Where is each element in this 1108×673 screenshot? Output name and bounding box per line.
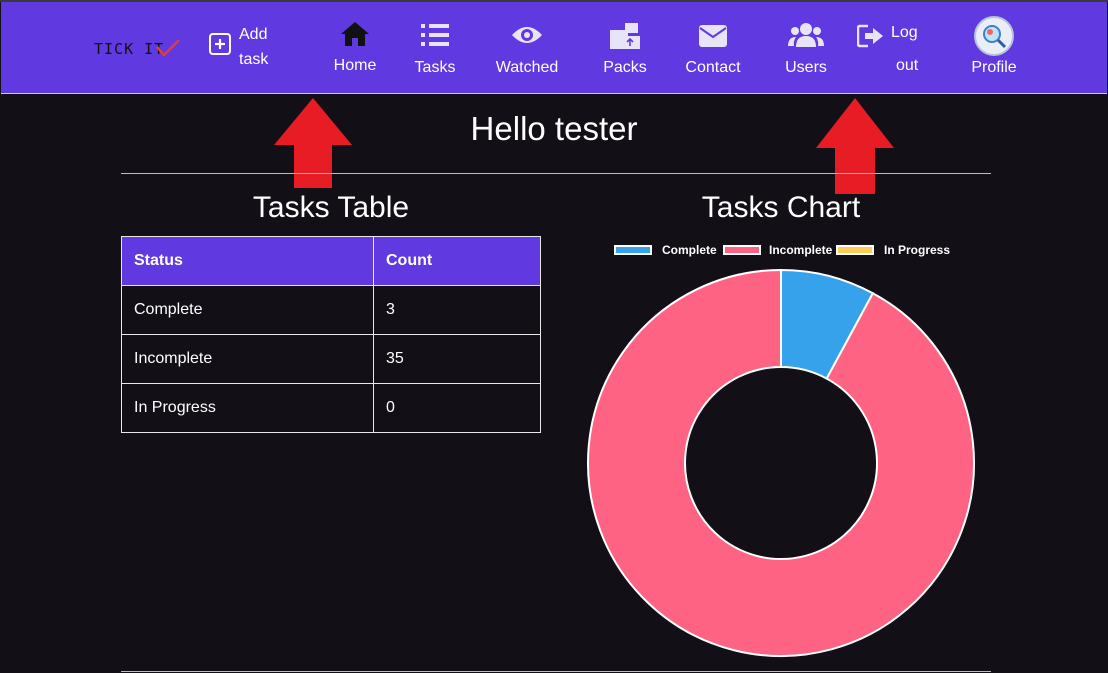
nav-users-label: Users (785, 59, 827, 76)
add-task-label-line1: Add (239, 26, 268, 43)
nav-tasks[interactable]: Tasks (409, 22, 461, 77)
navbar: TICK IT Add task Home Tasks Watched Pack… (1, 2, 1107, 94)
envelope-icon (699, 25, 727, 47)
table-header-row: Status Count (121, 236, 541, 286)
nav-watched[interactable]: Watched (489, 22, 565, 77)
table-row: Incomplete 35 (121, 334, 541, 384)
logout-label-line1: Log (891, 24, 918, 41)
tasks-table: Status Count Complete 3 Incomplete 35 In… (121, 236, 541, 433)
plus-square-icon (209, 33, 231, 55)
logout-icon (857, 24, 883, 48)
tasks-table-title: Tasks Table (252, 191, 410, 224)
column-header-status: Status (121, 236, 374, 286)
nav-users[interactable]: Users (779, 22, 833, 77)
nav-packs[interactable]: Packs (597, 22, 653, 77)
donut-slice-incomplete[interactable] (587, 268, 975, 657)
nav-profile[interactable]: Profile (963, 16, 1025, 77)
nav-contact-label: Contact (685, 59, 741, 76)
brand-logo[interactable]: TICK IT (94, 40, 164, 58)
status-cell: Complete (121, 285, 374, 335)
legend-label-complete: Complete (662, 243, 717, 257)
legend-swatch-in-progress (836, 245, 874, 255)
eye-icon (512, 27, 542, 43)
profile-avatar-icon (974, 16, 1014, 56)
nav-tasks-label: Tasks (414, 59, 456, 76)
count-cell: 3 (373, 285, 541, 335)
count-cell: 0 (373, 383, 541, 433)
tasks-donut-chart (587, 268, 975, 657)
legend-label-incomplete: Incomplete (769, 243, 833, 257)
nav-profile-label: Profile (971, 59, 1017, 76)
boxes-icon (610, 23, 640, 49)
divider-top (121, 173, 991, 174)
home-icon (341, 22, 369, 46)
count-cell: 35 (373, 334, 541, 384)
column-header-count: Count (373, 236, 541, 286)
divider-bottom (121, 671, 991, 672)
table-row: In Progress 0 (121, 383, 541, 433)
add-task-label-line2: task (239, 51, 269, 68)
page-greeting: Hello tester (470, 110, 638, 147)
checkmark-icon (156, 39, 180, 57)
list-icon (421, 24, 449, 46)
table-row: Complete 3 (121, 285, 541, 335)
logout-label-line2: out (896, 57, 919, 74)
nav-home-label: Home (333, 57, 377, 74)
nav-logout[interactable]: Log out (857, 24, 927, 84)
legend-swatch-incomplete (723, 245, 761, 255)
legend-label-in-progress: In Progress (884, 243, 951, 257)
status-cell: In Progress (121, 383, 374, 433)
legend-swatch-complete (614, 245, 652, 255)
nav-home[interactable]: Home (327, 20, 383, 75)
nav-contact[interactable]: Contact (681, 24, 745, 77)
status-cell: Incomplete (121, 334, 374, 384)
nav-watched-label: Watched (495, 59, 559, 76)
users-icon (788, 23, 824, 47)
tasks-chart-title: Tasks Chart (701, 191, 861, 224)
nav-packs-label: Packs (603, 59, 647, 76)
